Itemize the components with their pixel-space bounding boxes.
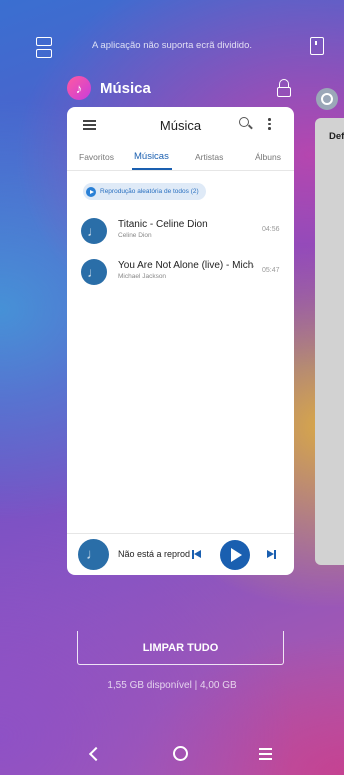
- tab-musicas[interactable]: Músicas: [134, 151, 169, 162]
- tab-albuns[interactable]: Álbuns: [255, 152, 281, 162]
- play-button[interactable]: [220, 540, 250, 570]
- split-screen-message: A aplicação não suporta ecrã dividido.: [91, 40, 253, 51]
- clear-all-button[interactable]: LIMPAR TUDO: [77, 631, 284, 665]
- album-art-icon: [81, 218, 107, 244]
- song-artist: Celine Dion: [118, 232, 152, 239]
- tab-favoritos[interactable]: Favoritos: [79, 152, 114, 162]
- song-duration: 05:47: [262, 267, 280, 274]
- settings-app-card[interactable]: Def: [315, 118, 344, 565]
- song-title: Titanic - Celine Dion: [118, 219, 208, 230]
- previous-track-icon[interactable]: [192, 550, 202, 559]
- album-art-icon: [81, 259, 107, 285]
- music-app-card[interactable]: Música Favoritos Músicas Artistas Álbuns…: [67, 107, 294, 575]
- tab-artistas[interactable]: Artistas: [195, 152, 223, 162]
- song-artist: Michael Jackson: [118, 273, 167, 280]
- now-playing-text: Não está a reproduzir: [118, 549, 190, 559]
- app-header: ♪ Música: [67, 76, 151, 100]
- app-toolbar: Música: [67, 107, 294, 141]
- back-icon[interactable]: [88, 746, 104, 762]
- play-icon: [86, 186, 96, 197]
- song-title: You Are Not Alone (live) - Michael Jacks…: [118, 260, 254, 271]
- next-track-icon[interactable]: [267, 550, 277, 559]
- lock-icon[interactable]: [277, 79, 291, 97]
- app-title: Música: [100, 79, 151, 97]
- tab-bar: Favoritos Músicas Artistas Álbuns: [67, 147, 294, 171]
- memory-status: 1,55 GB disponível | 4,00 GB: [107, 680, 237, 691]
- music-app-icon: ♪: [67, 76, 91, 100]
- more-options-icon[interactable]: [268, 118, 271, 132]
- player-album-art-icon: [78, 539, 109, 570]
- floating-window-icon[interactable]: [310, 37, 324, 55]
- shuffle-all-button[interactable]: Reprodução aleatória de todos (2): [83, 183, 206, 200]
- recent-apps-icon[interactable]: [259, 748, 272, 763]
- mini-player[interactable]: Não está a reproduzir: [67, 533, 294, 575]
- home-icon[interactable]: [173, 746, 188, 761]
- song-duration: 04:56: [262, 226, 280, 233]
- settings-card-label: Def: [329, 131, 344, 142]
- shuffle-label: Reprodução aleatória de todos (2): [100, 188, 199, 195]
- song-row[interactable]: Titanic - Celine Dion Celine Dion 04:56: [81, 218, 291, 248]
- active-tab-indicator: [132, 168, 172, 170]
- toolbar-title: Música: [159, 118, 202, 133]
- song-row[interactable]: You Are Not Alone (live) - Michael Jacks…: [81, 259, 291, 289]
- settings-app-icon: [316, 88, 338, 110]
- search-icon[interactable]: [239, 117, 249, 127]
